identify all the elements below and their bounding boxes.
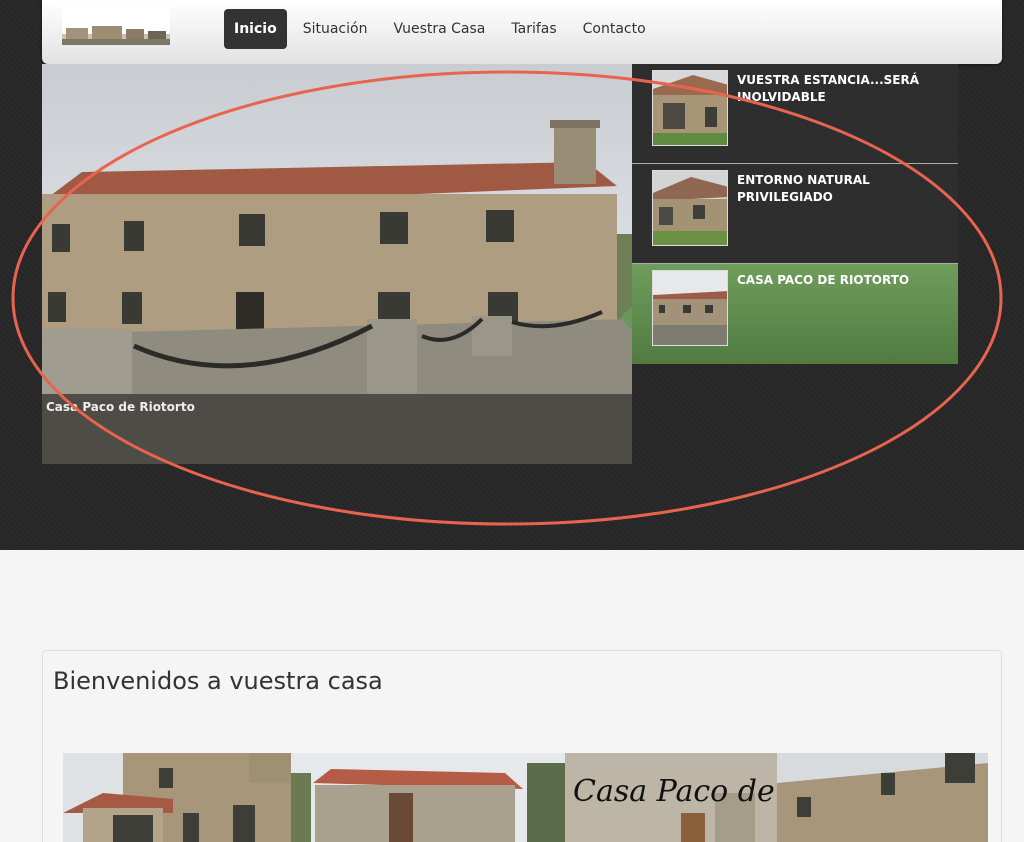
navbar: Inicio Situación Vuestra Casa Tarifas Co… — [42, 0, 1002, 64]
active-thumb-pointer — [620, 306, 632, 330]
welcome-panel: Bienvenidos a vuestra casa Casa Paco de — [42, 650, 1002, 842]
strip-photo-house[interactable] — [63, 753, 291, 842]
nav-inicio[interactable]: Inicio — [224, 9, 287, 49]
photo-strip: Casa Paco de Riotorto — [63, 753, 988, 842]
thumb-entorno-natural[interactable]: ENTORNO NATURAL PRIVILEGIADO — [632, 164, 958, 264]
site-logo[interactable] — [62, 4, 170, 45]
thumb-image — [652, 270, 728, 346]
thumb-image — [652, 170, 728, 246]
thumb-casa-paco[interactable]: CASA PACO DE RIOTORTO — [632, 264, 958, 364]
welcome-title: Bienvenidos a vuestra casa — [53, 667, 383, 695]
strip-photo-facade[interactable] — [777, 753, 988, 842]
nav-tarifas[interactable]: Tarifas — [501, 9, 566, 49]
thumb-title: VUESTRA ESTANCIA...SERÁ INOLVIDABLE — [737, 73, 920, 104]
nav-contacto[interactable]: Contacto — [573, 9, 656, 49]
nav-vuestra-casa[interactable]: Vuestra Casa — [383, 9, 495, 49]
hero-section: Inicio Situación Vuestra Casa Tarifas Co… — [0, 0, 1024, 550]
thumb-title: ENTORNO NATURAL PRIVILEGIADO — [737, 173, 870, 204]
slide-caption-bar: Casa Paco de Riotorto — [42, 394, 632, 464]
strip-photo-chapel[interactable] — [291, 753, 565, 842]
nav-situacion[interactable]: Situación — [293, 9, 378, 49]
main-slide-image[interactable]: Casa Paco de Riotorto — [42, 64, 632, 464]
slider-thumbnails: VUESTRA ESTANCIA...SERÁ INOLVIDABLE ENTO… — [632, 64, 958, 366]
strip-photo-logo[interactable]: Casa Paco de Riotorto — [565, 753, 777, 842]
strip-logo-text: Casa Paco de Riotorto — [573, 774, 777, 809]
thumb-image — [652, 70, 728, 146]
main-nav: Inicio Situación Vuestra Casa Tarifas Co… — [224, 9, 662, 49]
slide-caption: Casa Paco de Riotorto — [46, 400, 195, 414]
thumb-vuestra-estancia[interactable]: VUESTRA ESTANCIA...SERÁ INOLVIDABLE — [632, 64, 958, 164]
thumb-title: CASA PACO DE RIOTORTO — [737, 273, 910, 287]
